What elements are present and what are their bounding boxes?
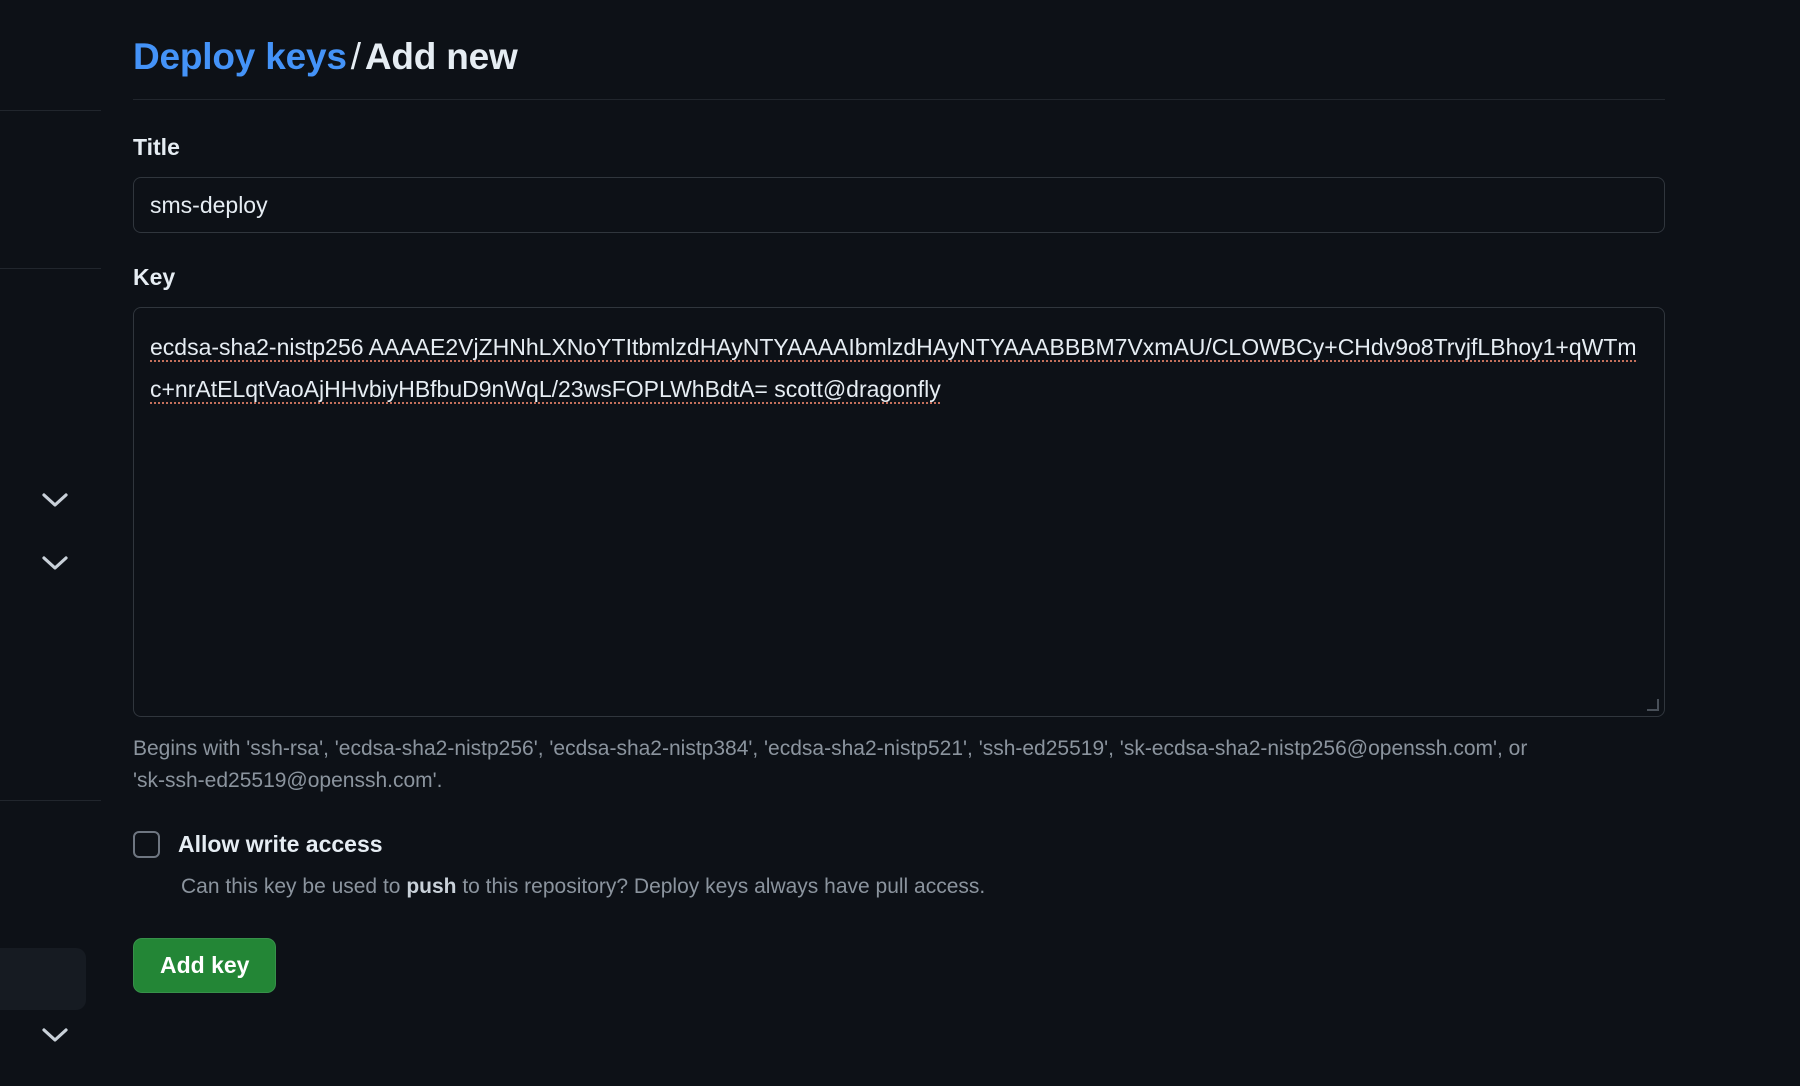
breadcrumb-separator: / <box>347 36 365 77</box>
page-root: Deploy keys/Add new Title Key Begins wit… <box>0 0 1800 1086</box>
allow-write-help-before: Can this key be used to <box>181 875 406 898</box>
title-field-label: Title <box>133 133 1665 163</box>
title-input[interactable] <box>133 177 1665 233</box>
chevron-down-icon[interactable] <box>40 548 70 578</box>
allow-write-help-after: to this repository? Deploy keys always h… <box>456 875 985 898</box>
allow-write-access-row[interactable]: Allow write access <box>133 831 1665 858</box>
chevron-down-icon[interactable] <box>40 485 70 515</box>
allow-write-access-label[interactable]: Allow write access <box>178 831 383 858</box>
sidebar-divider <box>0 110 101 111</box>
breadcrumb: Deploy keys/Add new <box>133 0 1665 79</box>
page-title: Add new <box>365 36 518 77</box>
sidebar <box>0 0 101 1086</box>
sidebar-divider <box>0 268 101 269</box>
allow-write-access-checkbox[interactable] <box>133 831 160 858</box>
breadcrumb-link-deploy-keys[interactable]: Deploy keys <box>133 36 347 77</box>
chevron-down-icon[interactable] <box>40 1020 70 1050</box>
allow-write-help-emphasis: push <box>406 875 456 898</box>
key-input-wrapper <box>133 307 1665 717</box>
key-textarea[interactable] <box>133 307 1665 717</box>
sidebar-divider <box>0 800 101 801</box>
textarea-resize-handle[interactable] <box>1647 699 1661 713</box>
key-help-text: Begins with 'ssh-rsa', 'ecdsa-sha2-nistp… <box>133 733 1533 797</box>
allow-write-access-help: Can this key be used to push to this rep… <box>181 872 1665 902</box>
main-content: Deploy keys/Add new Title Key Begins wit… <box>133 0 1665 993</box>
add-key-button[interactable]: Add key <box>133 938 276 993</box>
header-divider <box>133 99 1665 100</box>
sidebar-selected-item[interactable] <box>0 948 86 1010</box>
key-field-label: Key <box>133 263 1665 293</box>
